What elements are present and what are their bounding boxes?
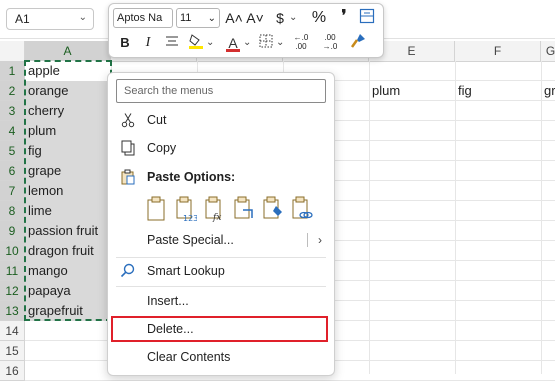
insert-menu-item[interactable]: Insert... — [108, 289, 334, 313]
copy-marquee — [24, 60, 112, 321]
paste-transpose-icon[interactable] — [233, 196, 255, 222]
clear-contents-menu-item[interactable]: Clear Contents — [108, 345, 334, 369]
copy-menu-item[interactable]: Copy — [108, 136, 334, 160]
font-size-box[interactable]: 11 ⌄ — [176, 8, 220, 28]
paste-formulas-icon[interactable]: fx — [204, 196, 226, 223]
row-header[interactable]: 7 — [0, 181, 25, 201]
search-menus-input[interactable]: Search the menus — [116, 79, 326, 103]
paste-formatting-icon[interactable] — [262, 196, 284, 222]
smart-lookup-menu-item[interactable]: Smart Lookup — [108, 259, 334, 283]
select-all-corner[interactable] — [0, 41, 25, 61]
align-center-icon[interactable] — [163, 33, 181, 53]
cell-e2[interactable]: plum — [369, 81, 455, 101]
paste-options-row: 123 fx — [146, 196, 326, 224]
bold-button[interactable]: B — [117, 33, 133, 53]
paste-values-icon[interactable]: 123 — [175, 196, 198, 223]
paste-special-label: Paste Special... — [147, 233, 234, 247]
chevron-down-icon[interactable]: ⌄ — [79, 12, 87, 23]
copy-label: Copy — [147, 141, 177, 155]
chevron-right-icon[interactable]: › — [318, 228, 322, 252]
row-header[interactable]: 14 — [0, 321, 25, 341]
column-header-f[interactable]: F — [455, 41, 541, 61]
fill-color-icon[interactable] — [187, 33, 205, 53]
name-box[interactable]: A1 ⌄ — [6, 8, 94, 30]
font-color-button[interactable]: A — [225, 33, 241, 53]
smart-lookup-label: Smart Lookup — [147, 264, 225, 278]
row-header[interactable]: 15 — [0, 341, 25, 361]
mini-toolbar: Aptos Nа 11 ⌄ A˄ A˅ $ ⌄ % ❜ B I ⌄ A ⌄ ⌄ ←… — [108, 3, 384, 58]
svg-text:fx: fx — [212, 213, 221, 222]
clipboard-icon — [120, 169, 136, 185]
row-header[interactable]: 3 — [0, 101, 25, 121]
cut-label: Cut — [147, 113, 167, 127]
paste-special-menu-item[interactable]: Paste Special... › — [108, 228, 334, 252]
comma-style-button[interactable]: ❜ — [337, 7, 351, 27]
menu-separator — [116, 286, 326, 287]
svg-text:123: 123 — [183, 214, 197, 222]
cut-menu-item[interactable]: Cut — [108, 108, 334, 132]
smart-lookup-search-icon — [120, 263, 136, 279]
row-header[interactable]: 4 — [0, 121, 25, 141]
delete-highlight-box — [111, 316, 328, 342]
menu-separator — [116, 257, 326, 258]
clear-contents-label: Clear Contents — [147, 350, 231, 364]
increase-font-size-button[interactable]: A˄ — [225, 8, 243, 28]
row-header[interactable]: 6 — [0, 161, 25, 181]
percent-button[interactable]: % — [310, 8, 328, 28]
chevron-down-icon[interactable]: ⌄ — [276, 33, 284, 53]
currency-button[interactable]: $ — [272, 8, 288, 28]
name-box-value: A1 — [15, 12, 30, 26]
cell-g2[interactable]: gr — [541, 81, 555, 101]
context-menu: Search the menus Cut Copy Paste Options:… — [107, 72, 335, 376]
paste-icon[interactable] — [146, 196, 168, 222]
row-header[interactable]: 11 — [0, 261, 25, 281]
italic-button[interactable]: I — [140, 33, 156, 53]
chevron-down-icon[interactable]: ⌄ — [206, 33, 214, 53]
decrease-font-size-button[interactable]: A˅ — [246, 8, 264, 28]
row-header[interactable]: 13 — [0, 301, 25, 321]
column-header-g[interactable]: G — [541, 41, 555, 61]
row-header[interactable]: 2 — [0, 81, 25, 101]
paste-link-icon[interactable] — [291, 196, 313, 222]
chevron-down-icon[interactable]: ⌄ — [243, 33, 251, 53]
chevron-down-icon[interactable]: ⌄ — [289, 8, 297, 28]
insert-label: Insert... — [147, 294, 189, 308]
font-name-box[interactable]: Aptos Nа — [113, 8, 173, 28]
row-headers: 1 2 3 4 5 6 7 8 9 10 11 12 13 14 15 16 — [0, 61, 25, 381]
increase-decimal-icon[interactable]: ←.0.00 — [290, 33, 312, 53]
decrease-decimal-icon[interactable]: .00 →.0 — [319, 33, 341, 53]
format-painter-table-icon[interactable] — [358, 8, 376, 28]
row-header[interactable]: 16 — [0, 361, 25, 381]
row-header[interactable]: 5 — [0, 141, 25, 161]
chevron-down-icon[interactable]: ⌄ — [208, 9, 216, 28]
row-header[interactable]: 1 — [0, 61, 25, 81]
row-header[interactable]: 9 — [0, 221, 25, 241]
borders-icon[interactable] — [257, 33, 275, 53]
copy-icon — [120, 140, 136, 156]
paste-options-header: Paste Options: — [108, 165, 334, 189]
column-header-a[interactable]: A — [25, 41, 111, 61]
scissors-icon — [120, 112, 136, 128]
row-header[interactable]: 10 — [0, 241, 25, 261]
paste-options-label: Paste Options: — [147, 170, 236, 184]
divider — [307, 233, 308, 247]
cell-f2[interactable]: fig — [455, 81, 541, 101]
row-header[interactable]: 8 — [0, 201, 25, 221]
format-painter-icon[interactable] — [349, 33, 367, 53]
row-header[interactable]: 12 — [0, 281, 25, 301]
